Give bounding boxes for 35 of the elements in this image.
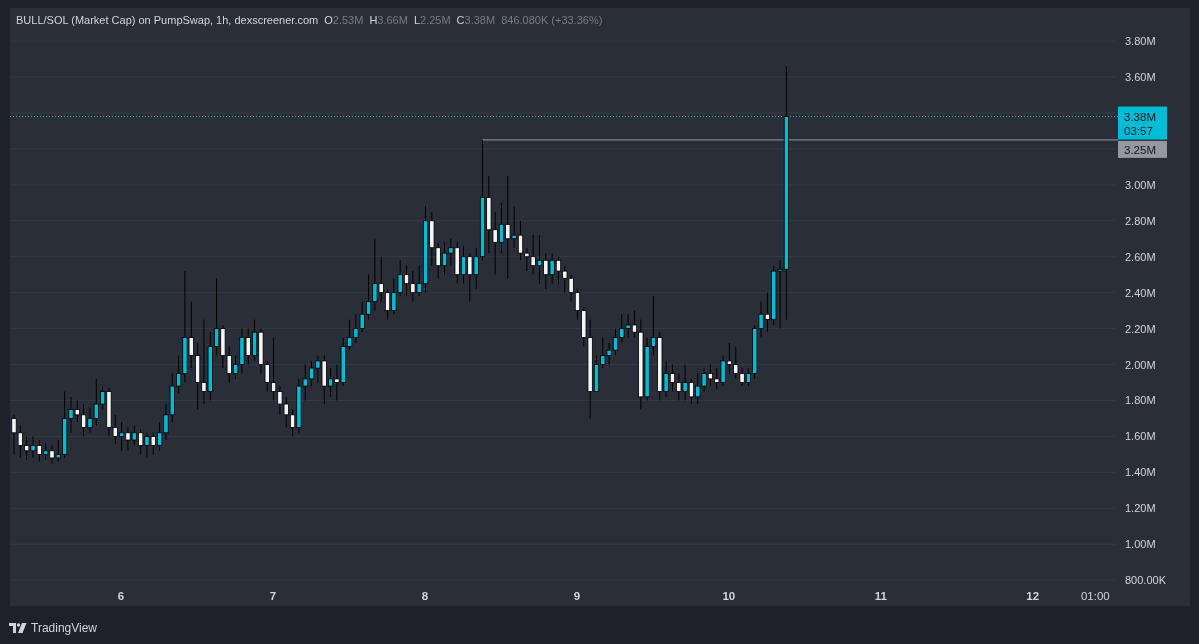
- price-axis-label: 1.60M: [1125, 430, 1156, 443]
- price-axis-label: 1.80M: [1125, 394, 1156, 407]
- time-axis-label: 7: [269, 590, 277, 602]
- time-axis-label: 9: [573, 590, 581, 602]
- last-price-value: 3.38M: [1124, 110, 1156, 123]
- price-axis-label: 3.00M: [1125, 178, 1156, 191]
- brand-name: TradingView: [31, 620, 98, 637]
- time-axis-label: 8: [421, 590, 429, 602]
- time-axis-label: 01:00: [1081, 590, 1110, 602]
- price-axis-label: 2.00M: [1125, 358, 1156, 371]
- price-axis-label: 3.80M: [1125, 35, 1156, 48]
- line-price-label: [1118, 140, 1167, 158]
- brand-logo-icon: [9, 623, 27, 633]
- price-axis-label: 2.80M: [1125, 214, 1156, 227]
- price-axis-label: 2.40M: [1125, 286, 1156, 299]
- time-axis-label: 6: [117, 590, 125, 602]
- bar-countdown: 03:57: [1124, 124, 1153, 137]
- last-price-label: [1118, 106, 1167, 140]
- ohlc-value: C3.38M: [456, 13, 496, 29]
- time-axis-label: 12: [1026, 590, 1040, 602]
- ohlc-value: L2.25M: [413, 13, 451, 29]
- price-axis-label: 2.60M: [1125, 250, 1156, 263]
- price-change: 846.080K (+33.36%): [501, 13, 603, 29]
- time-axis-label: 11: [874, 590, 887, 602]
- price-axis-label: 3.60M: [1125, 71, 1156, 83]
- price-axis-label: 1.00M: [1125, 538, 1156, 551]
- price-axis-label: 1.40M: [1125, 466, 1156, 479]
- chart-title: BULL/SOL (Market Cap) on PumpSwap, 1h, dexscreener.com: [16, 13, 319, 29]
- line-price-value: 3.25M: [1124, 143, 1156, 156]
- price-axis-label: 1.20M: [1125, 502, 1156, 515]
- price-axis-label: 2.20M: [1125, 322, 1156, 335]
- ohlc-value: O2.53M: [324, 13, 364, 29]
- time-axis-label: 10: [722, 590, 736, 602]
- price-axis-label: 800.00K: [1125, 574, 1166, 587]
- ohlc-value: H3.66M: [369, 13, 408, 29]
